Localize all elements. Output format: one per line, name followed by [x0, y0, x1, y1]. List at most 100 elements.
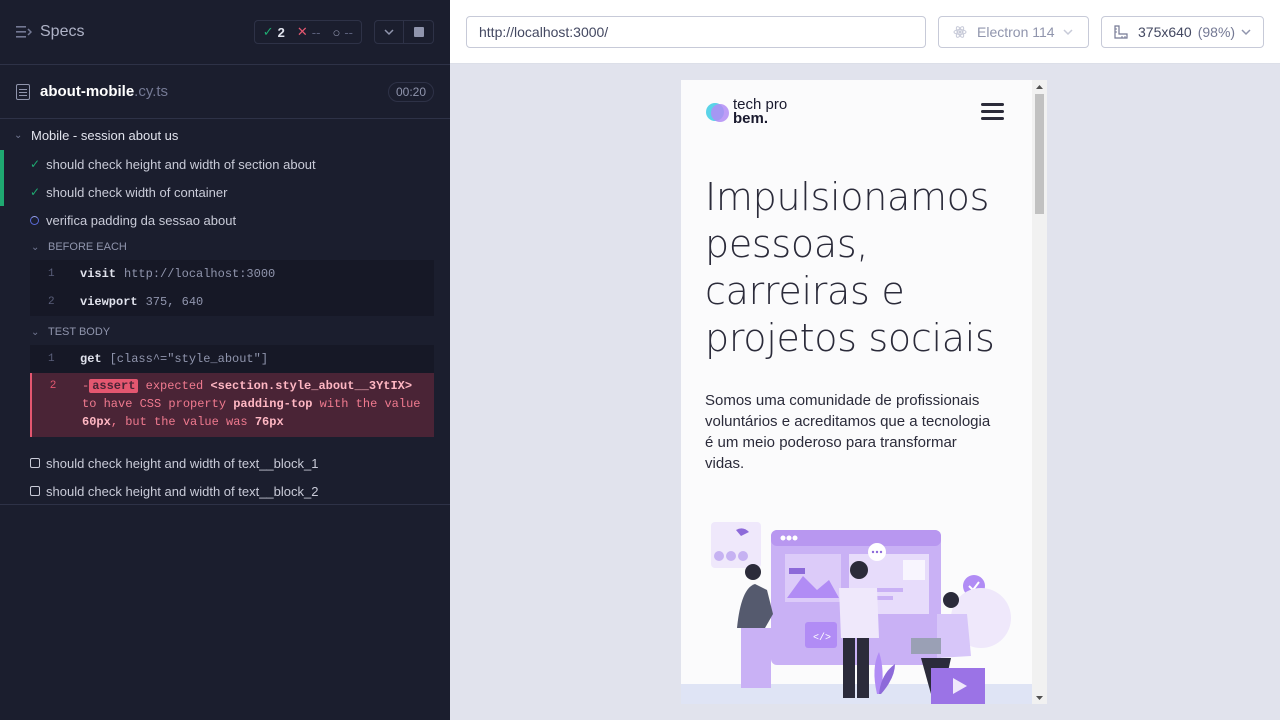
command-row[interactable]: 1 visit http://localhost:3000	[30, 260, 434, 288]
electron-icon	[953, 26, 967, 38]
error-property: padding-top	[233, 397, 313, 411]
suite-title: Mobile - session about us	[31, 127, 179, 143]
pending-box-icon	[30, 486, 40, 496]
error-actual: 76px	[254, 415, 284, 429]
run-stats: ✓ 2 ✕ -- ○ --	[253, 20, 434, 44]
hamburger-menu-icon[interactable]	[981, 103, 1004, 124]
command-name: visit	[80, 267, 117, 281]
scroll-up-icon[interactable]	[1032, 81, 1047, 93]
spec-file-name[interactable]: about-mobile	[40, 83, 134, 100]
check-icon: ✓	[30, 157, 41, 171]
check-icon: ✓	[30, 185, 41, 199]
svg-text:</>: </>	[813, 632, 831, 644]
test-item-running[interactable]: verifica padding da sessao about	[0, 206, 450, 234]
chevron-down-icon: ⌄	[31, 241, 40, 253]
before-each-commands: 1 visit http://localhost:3000 2 viewport…	[30, 260, 434, 316]
error-expected: 60px	[82, 415, 111, 429]
assert-tag: assert	[89, 379, 139, 393]
url-text: http://localhost:3000/	[479, 24, 609, 40]
suite-title-row[interactable]: ⌄ Mobile - session about us	[0, 120, 450, 150]
test-item[interactable]: ✓ should check width of container	[0, 178, 450, 206]
scroll-thumb[interactable]	[1035, 94, 1044, 214]
logo-mark-icon	[706, 103, 729, 122]
command-number: 1	[48, 268, 55, 280]
logo-text: tech pro bem.	[733, 97, 787, 127]
spec-file-header: about-mobile .cy.ts 00:20	[0, 65, 450, 119]
team-illustration: </>	[681, 522, 1047, 704]
chevron-down-icon	[1241, 29, 1251, 36]
document-icon	[16, 83, 30, 100]
pending-icon: ○	[332, 24, 341, 40]
logo-line2: bem.	[733, 110, 769, 127]
run-duration: 00:20	[387, 81, 434, 102]
command-row[interactable]: 2 viewport 375, 640	[30, 288, 434, 316]
command-number: 2	[50, 379, 57, 391]
command-message: 375, 640	[145, 295, 204, 309]
assertion-error-message: - assert expected <section.style_about__3…	[82, 377, 432, 431]
scroll-down-icon[interactable]	[1032, 692, 1047, 704]
app-preview-frame[interactable]: tech pro bem. Impulsionamos pessoas, car…	[681, 80, 1047, 704]
before-each-hook[interactable]: ⌄ BEFORE EACH	[0, 234, 450, 260]
test-label: should check height and width of text__b…	[46, 483, 319, 499]
failed-count: --	[311, 24, 321, 40]
specs-title[interactable]: Specs	[40, 23, 84, 41]
viewport-info[interactable]: 375x640 (98%)	[1101, 16, 1264, 48]
chevron-down-icon	[384, 29, 394, 36]
passed-count: 2	[277, 24, 285, 40]
divider	[0, 504, 450, 505]
stats-group: ✓ 2 ✕ -- ○ --	[253, 20, 362, 44]
test-item-pending[interactable]: should check height and width of text__b…	[0, 477, 450, 505]
running-spinner-icon	[30, 215, 39, 225]
check-icon: ✓	[262, 24, 274, 39]
command-log-panel: Specs ✓ 2 ✕ -- ○ -- about-mobile .cy.ts …	[0, 0, 450, 720]
spec-file-ext: .cy.ts	[134, 83, 169, 100]
pending-count: --	[344, 24, 353, 40]
preview-panel: http://localhost:3000/ Electron 114 375x…	[450, 0, 1280, 720]
test-label: should check height and width of section…	[46, 156, 316, 172]
zoom-level: (98%)	[1197, 24, 1236, 40]
browser-selector[interactable]: Electron 114	[938, 16, 1089, 48]
hook-label: TEST BODY	[48, 326, 111, 338]
command-message: http://localhost:3000	[124, 267, 276, 281]
test-item-pending[interactable]: should check height and width of text__b…	[0, 449, 450, 477]
passed-stat: ✓ 2	[263, 24, 285, 40]
error-subject: <section.style_about__3YtIX>	[210, 379, 413, 393]
command-name: viewport	[80, 295, 138, 309]
hero-title: Impulsionamos pessoas, carreiras e proje…	[705, 175, 995, 360]
app-logo[interactable]: tech pro bem.	[705, 97, 787, 127]
command-number: 1	[48, 353, 55, 365]
command-message: [class^="style_about"]	[109, 352, 269, 366]
error-part: to have CSS property	[82, 397, 227, 411]
failed-stat: ✕ --	[297, 24, 321, 40]
chevron-down-icon	[1063, 29, 1073, 36]
preview-toolbar: http://localhost:3000/ Electron 114 375x…	[450, 0, 1280, 64]
specs-list-icon[interactable]	[16, 25, 32, 39]
test-label: verifica padding da sessao about	[46, 212, 237, 228]
pending-box-icon	[30, 458, 40, 468]
x-icon: ✕	[296, 24, 308, 39]
error-part: , but the value was	[110, 415, 248, 429]
test-label: should check height and width of text__b…	[46, 455, 319, 471]
command-number: 2	[48, 296, 55, 308]
test-body-hook[interactable]: ⌄ TEST BODY	[0, 319, 450, 345]
browser-name: Electron 114	[977, 24, 1055, 40]
failed-assertion-row[interactable]: 2 - assert expected <section.style_about_…	[30, 373, 434, 437]
hero-description: Somos uma comunidade de profissionais vo…	[705, 392, 991, 472]
auto-scroll-button[interactable]	[374, 20, 404, 44]
command-row[interactable]: 1 get [class^="style_about"]	[30, 345, 434, 373]
test-body-commands: 1 get [class^="style_about"] 2 - assert e…	[30, 345, 434, 437]
preview-scrollbar[interactable]	[1032, 80, 1047, 704]
ruler-icon	[1114, 25, 1128, 39]
pending-stat: ○ --	[332, 25, 353, 40]
stop-icon	[413, 27, 424, 37]
viewport-size: 375x640	[1138, 24, 1192, 40]
chevron-down-icon: ⌄	[31, 326, 40, 338]
test-item[interactable]: ✓ should check height and width of secti…	[0, 150, 450, 178]
runner-header: Specs ✓ 2 ✕ -- ○ --	[0, 0, 450, 65]
error-part: with the value	[319, 397, 421, 411]
stop-button[interactable]	[404, 20, 434, 44]
error-part: expected	[145, 379, 204, 393]
test-suite: ⌄ Mobile - session about us ✓ should che…	[0, 120, 450, 505]
url-bar[interactable]: http://localhost:3000/	[466, 16, 926, 48]
hook-label: BEFORE EACH	[48, 241, 127, 253]
